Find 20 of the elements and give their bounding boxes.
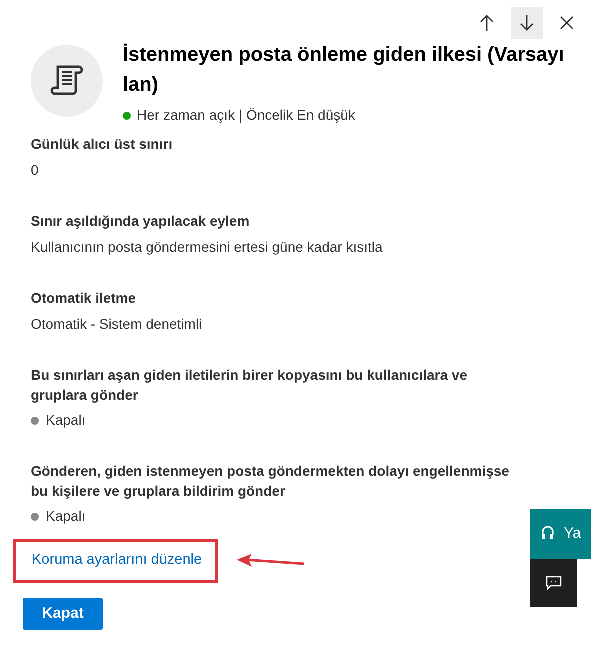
feedback-button[interactable]: [530, 559, 577, 607]
field-value: 0: [31, 161, 40, 180]
field-value: Kullanıcının posta göndermesini ertesi güne kadar kısıtla: [31, 238, 384, 257]
edit-settings-link[interactable]: Koruma ayarlarını düzenle: [32, 550, 202, 572]
field-label: Gönderen, giden istenmeyen posta göndermekten dolayı engellenmişse bu kişilere ve gruplara bildirim gönder: [31, 462, 510, 501]
field-label: Sınır aşıldığında yapılacak eylem: [31, 212, 251, 231]
close-button[interactable]: Kapat: [23, 598, 103, 630]
field-value: Kapalı: [46, 507, 86, 526]
field-label: Günlük alıcı üst sınırı: [31, 135, 174, 154]
annotation-arrow: [237, 554, 305, 568]
field-value: Otomatik - Sistem denetimli: [31, 315, 204, 334]
status-text: Her zaman açık | Öncelik En düşük: [137, 106, 356, 125]
help-button[interactable]: Ya: [530, 509, 591, 559]
chat-icon: [546, 576, 562, 590]
panel-title: İstenmeyen posta önleme giden ilkesi (Varsayılan): [123, 42, 566, 98]
field-value: Kapalı: [46, 411, 86, 430]
headset-icon: [542, 526, 554, 542]
field-label: Bu sınırları aşan giden iletilerin birer kopyasını bu kullanıcılara ve gruplara gönder: [31, 366, 468, 405]
field-label: Otomatik iletme: [31, 289, 138, 308]
navigate-button[interactable]: [511, 7, 543, 39]
